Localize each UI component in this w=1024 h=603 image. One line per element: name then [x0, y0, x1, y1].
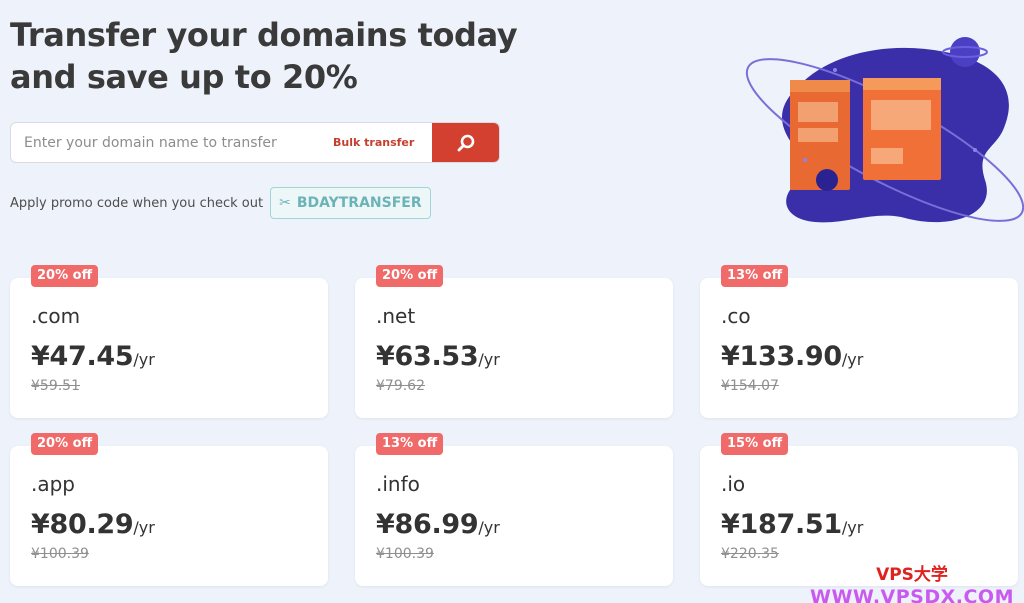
discount-badge: 13% off: [721, 265, 789, 287]
discount-badge: 20% off: [31, 265, 99, 287]
original-price: ¥59.51: [31, 378, 80, 394]
original-price: ¥100.39: [31, 546, 89, 562]
bulk-transfer-link[interactable]: Bulk transfer: [333, 136, 414, 149]
current-price: ¥47.45/yr: [31, 341, 155, 372]
current-price: ¥133.90/yr: [721, 341, 864, 372]
discount-badge: 20% off: [31, 433, 99, 455]
domain-card-com[interactable]: 20% off .com ¥47.45/yr ¥59.51: [10, 265, 328, 418]
current-price: ¥63.53/yr: [376, 341, 500, 372]
search-icon: [457, 134, 475, 151]
original-price: ¥154.07: [721, 378, 779, 394]
page-title: Transfer your domains today and save up …: [10, 14, 530, 98]
discount-badge: 20% off: [376, 265, 444, 287]
domain-card-info[interactable]: 13% off .info ¥86.99/yr ¥100.39: [355, 433, 673, 586]
promo-code-button[interactable]: ✂ BDAYTRANSFER: [270, 187, 431, 219]
original-price: ¥79.62: [376, 378, 425, 394]
tld-label: .com: [31, 304, 81, 328]
original-price: ¥220.35: [721, 546, 779, 562]
tld-label: .net: [376, 304, 416, 328]
domain-card-co[interactable]: 13% off .co ¥133.90/yr ¥154.07: [700, 265, 1018, 418]
discount-badge: 15% off: [721, 433, 789, 455]
small-planet: [950, 37, 980, 67]
current-price: ¥187.51/yr: [721, 509, 864, 540]
tld-label: .io: [721, 472, 746, 496]
tld-label: .info: [376, 472, 420, 496]
transfer-illustration: [745, 37, 1024, 223]
current-price: ¥80.29/yr: [31, 509, 155, 540]
search-button[interactable]: [432, 123, 499, 162]
domain-search-input[interactable]: [11, 123, 331, 162]
original-price: ¥100.39: [376, 546, 434, 562]
title-line-2: and save up to 20%: [10, 58, 358, 96]
tld-label: .app: [31, 472, 76, 496]
watermark-line-1: VPS大学: [876, 565, 948, 585]
domain-card-net[interactable]: 20% off .net ¥63.53/yr ¥79.62: [355, 265, 673, 418]
current-price: ¥86.99/yr: [376, 509, 500, 540]
promo-code-label: BDAYTRANSFER: [296, 195, 422, 211]
domain-card-app[interactable]: 20% off .app ¥80.29/yr ¥100.39: [10, 433, 328, 586]
promo-text: Apply promo code when you check out: [10, 195, 264, 211]
domain-search-bar: Bulk transfer: [10, 122, 500, 163]
discount-badge: 13% off: [376, 433, 444, 455]
scissors-icon: ✂: [279, 195, 291, 211]
tld-label: .co: [721, 304, 751, 328]
watermark-line-2: WWW.VPSDX.COM: [810, 586, 1014, 603]
title-line-1: Transfer your domains today: [10, 16, 518, 54]
promo-code-row: Apply promo code when you check out ✂ BD…: [10, 187, 431, 219]
watermark: VPS大学 WWW.VPSDX.COM: [810, 564, 1014, 603]
